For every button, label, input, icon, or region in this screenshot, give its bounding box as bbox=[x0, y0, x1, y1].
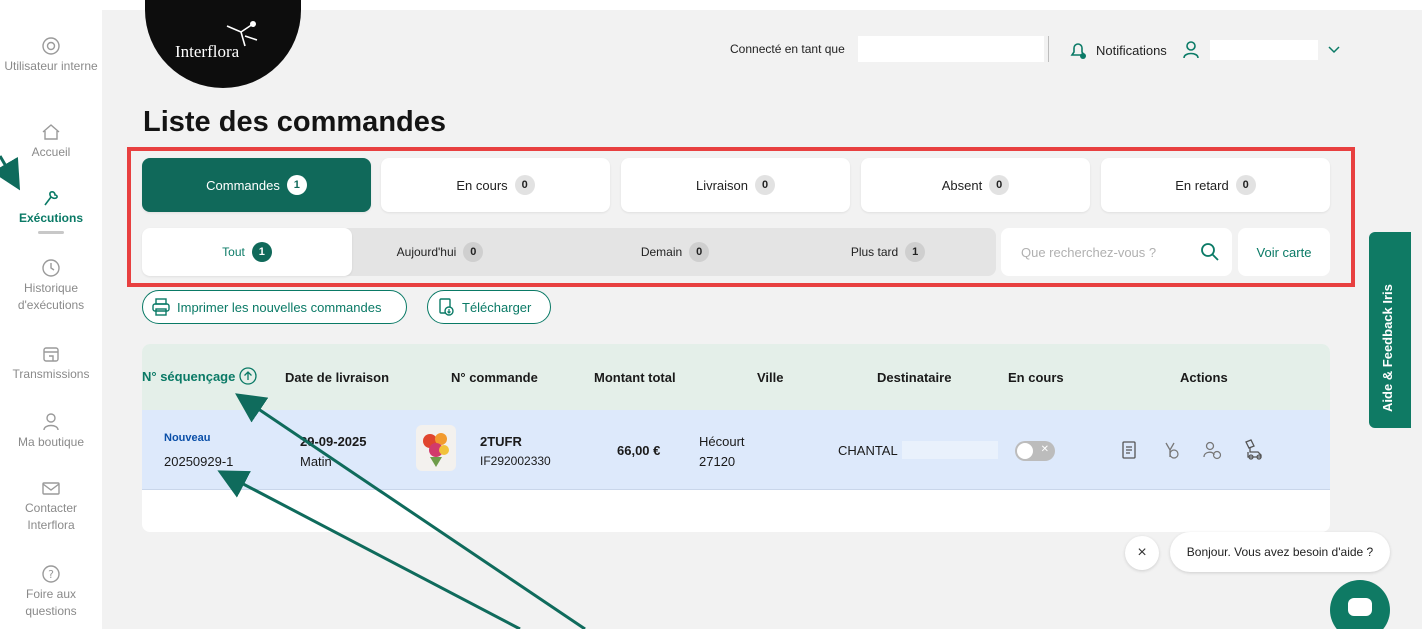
recipient-name: CHANTAL bbox=[838, 443, 898, 458]
sidebar-item-label: Foire aux questions bbox=[25, 587, 77, 618]
column-header-actions: Actions bbox=[1180, 370, 1228, 385]
sidebar-item-label: Exécutions bbox=[18, 211, 84, 225]
chevron-down-icon bbox=[1328, 46, 1340, 54]
download-icon bbox=[439, 298, 454, 316]
download-label: Télécharger bbox=[462, 299, 532, 315]
clock-icon bbox=[42, 259, 60, 277]
person-cancel-icon[interactable] bbox=[1202, 440, 1222, 460]
page-title: Liste des commandes bbox=[143, 106, 446, 138]
sidebar-item-label: Transmissions bbox=[12, 367, 90, 381]
sidebar-item-label: Contacter Interflora bbox=[24, 501, 78, 532]
sidebar-item-home[interactable]: Accueil bbox=[0, 122, 102, 161]
table-row[interactable]: Nouveau 20250929-1 29-09-2025 Matin 2TUF… bbox=[142, 410, 1330, 490]
active-indicator bbox=[38, 231, 64, 234]
chat-close-button[interactable]: × bbox=[1125, 536, 1159, 570]
toggle-off-icon: ✕ bbox=[1040, 444, 1049, 455]
feedback-label: Aide & Feedback Iris bbox=[1380, 284, 1395, 412]
download-button[interactable]: Télécharger bbox=[427, 290, 551, 324]
redacted-user-name bbox=[1210, 40, 1318, 60]
orders-table: N° séquençage Date de livraison N° comma… bbox=[142, 344, 1330, 532]
bouquet-thumbnail bbox=[416, 425, 456, 471]
user-icon bbox=[43, 413, 59, 431]
notifications-label: Notifications bbox=[1096, 42, 1167, 58]
flower-icon bbox=[44, 191, 58, 206]
sequence-number: 20250929-1 bbox=[164, 454, 234, 469]
sidebar-item-my-shop[interactable]: Ma boutique bbox=[0, 412, 102, 451]
order-id[interactable]: IF292002330 bbox=[480, 454, 551, 468]
print-new-orders-button[interactable]: Imprimer les nouvelles commandes bbox=[142, 290, 407, 324]
in-progress-toggle[interactable]: ✕ bbox=[1015, 441, 1055, 461]
user-icon bbox=[1183, 41, 1199, 59]
bouquet-check-icon[interactable] bbox=[1160, 440, 1180, 460]
chat-bubble-icon bbox=[1348, 598, 1372, 616]
column-header-delivery-date: Date de livraison bbox=[285, 370, 390, 385]
document-icon[interactable] bbox=[1120, 440, 1138, 460]
sidebar-item-transmissions[interactable]: Transmissions bbox=[0, 344, 102, 383]
column-header-order-number: N° commande bbox=[451, 370, 538, 385]
sidebar-item-history[interactable]: Historique d'exécutions bbox=[0, 258, 102, 314]
column-label: N° séquençage bbox=[142, 368, 236, 384]
notifications-button[interactable]: Notifications bbox=[1068, 40, 1167, 60]
chat-greeting[interactable]: Bonjour. Vous avez besoin d'aide ? bbox=[1170, 532, 1390, 572]
redacted-username bbox=[858, 36, 1044, 62]
sidebar-item-contact[interactable]: Contacter Interflora bbox=[0, 478, 102, 534]
printer-icon bbox=[152, 298, 170, 316]
svg-text:?: ? bbox=[48, 568, 54, 581]
status-label: Nouveau bbox=[164, 432, 211, 444]
user-menu[interactable] bbox=[1182, 40, 1340, 60]
sidebar-item-executions[interactable]: Exécutions bbox=[0, 188, 102, 234]
delivery-slot: Matin bbox=[300, 454, 332, 469]
column-header-in-progress: En cours bbox=[1008, 370, 1064, 385]
sidebar-item-internal-user[interactable]: Utilisateur interne bbox=[0, 36, 102, 75]
order-amount: 66,00 € bbox=[617, 443, 661, 458]
highlight-frame bbox=[127, 147, 1355, 287]
sort-ascending-icon[interactable] bbox=[239, 367, 257, 385]
table-header: N° séquençage Date de livraison N° comma… bbox=[142, 344, 1330, 410]
mail-icon bbox=[42, 482, 60, 495]
toggle-knob bbox=[1017, 443, 1033, 459]
column-header-sequence[interactable]: N° séquençage bbox=[142, 367, 257, 385]
city-name: Hécourt bbox=[699, 434, 745, 449]
redacted-recipient bbox=[902, 441, 998, 459]
sidebar-item-label: Accueil bbox=[31, 145, 71, 159]
gear-icon bbox=[42, 37, 60, 55]
column-header-recipient: Destinataire bbox=[877, 370, 952, 385]
order-code: 2TUFR bbox=[480, 434, 522, 449]
sidebar-item-label: Utilisateur interne bbox=[4, 59, 98, 73]
mercury-figure-icon bbox=[226, 21, 258, 47]
delivery-truck-icon[interactable] bbox=[1242, 438, 1266, 460]
column-header-total: Montant total bbox=[594, 370, 676, 385]
delivery-date: 29-09-2025 bbox=[300, 434, 367, 449]
print-label: Imprimer les nouvelles commandes bbox=[177, 299, 382, 315]
sidebar-item-label: Historique d'exécutions bbox=[17, 281, 85, 312]
store-icon bbox=[43, 347, 59, 362]
home-icon bbox=[42, 124, 60, 140]
divider bbox=[1048, 36, 1049, 62]
question-icon: ? bbox=[42, 565, 60, 583]
column-header-city: Ville bbox=[757, 370, 784, 385]
sidebar: Utilisateur interne Accueil Exécutions H… bbox=[0, 0, 102, 629]
bell-icon bbox=[1070, 43, 1086, 59]
postcode: 27120 bbox=[699, 454, 736, 469]
connected-as-label: Connecté en tant que bbox=[730, 42, 845, 56]
feedback-tab[interactable]: Aide & Feedback Iris bbox=[1369, 232, 1411, 428]
sidebar-item-faq[interactable]: ? Foire aux questions bbox=[0, 564, 102, 620]
sidebar-item-label: Ma boutique bbox=[17, 435, 85, 449]
